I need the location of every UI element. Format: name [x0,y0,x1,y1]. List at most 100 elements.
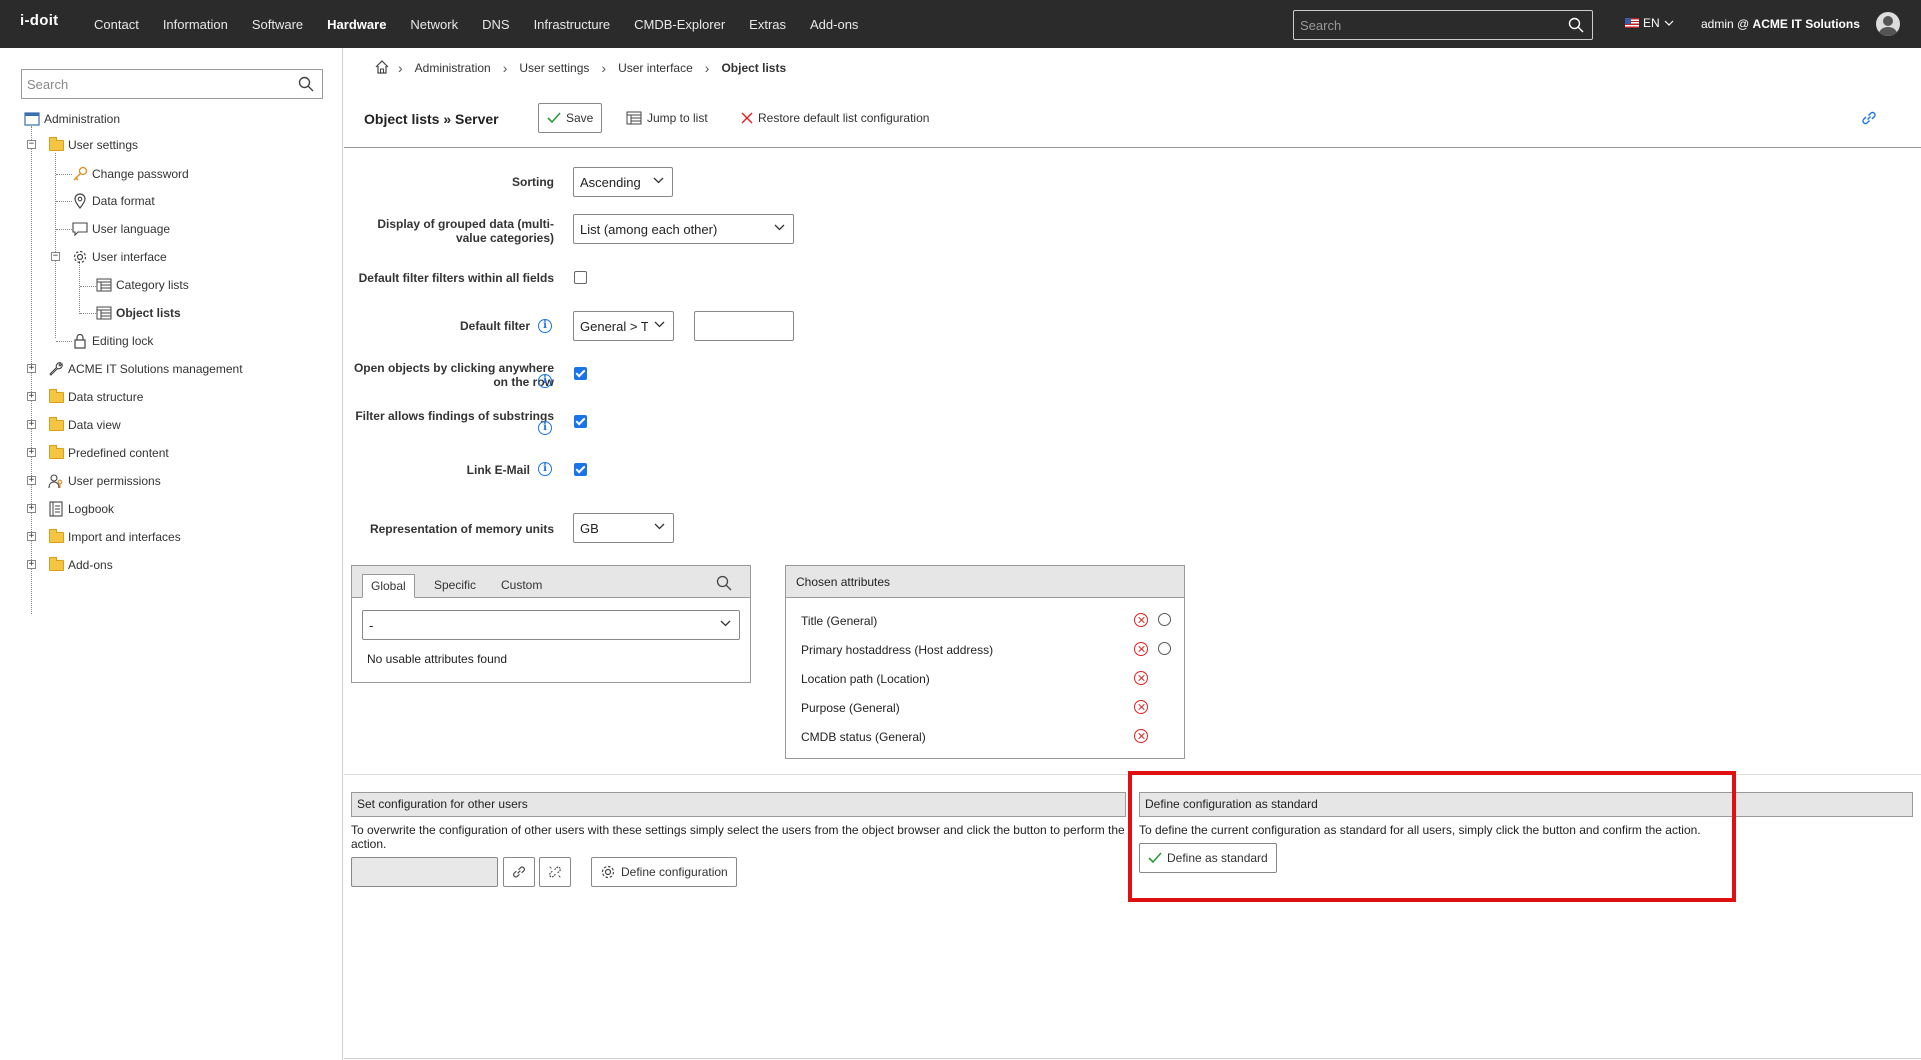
chevron-right-icon: › [704,60,710,76]
main-nav: Contact Information Software Hardware Ne… [82,0,870,48]
nav-extras[interactable]: Extras [749,17,786,32]
other-users-header: Set configuration for other users [351,792,1126,817]
tree-data-view[interactable]: Data view [48,416,121,434]
nav-infrastructure[interactable]: Infrastructure [534,17,611,32]
restore-default-label: Restore default list configuration [758,111,930,125]
remove-icon[interactable] [1134,729,1148,743]
restore-default-button[interactable]: Restore default list configuration [733,103,938,133]
tree-user-interface[interactable]: User interface [72,248,167,266]
sidebar-search [21,69,323,99]
info-icon[interactable]: i [538,462,552,476]
tab-custom[interactable]: Custom [493,574,550,598]
default-filter-all-checkbox[interactable] [574,271,587,284]
nav-cmdb-explorer[interactable]: CMDB-Explorer [634,17,725,32]
tree-administration[interactable]: Administration [24,110,120,128]
nav-contact[interactable]: Contact [94,17,139,32]
remove-icon[interactable] [1134,642,1148,656]
tree-addons[interactable]: Add-ons [48,556,113,574]
sidebar-search-input[interactable] [22,70,282,98]
chosen-attribute-hostaddress: Primary hostaddress (Host address) [801,643,994,657]
table-icon [96,277,112,293]
default-filter-input[interactable] [694,311,794,341]
remove-icon[interactable] [1134,613,1148,627]
memory-units-select[interactable]: GB [573,513,674,543]
default-filter-select[interactable]: General > T [573,311,674,341]
tree-acme-management[interactable]: ACME IT Solutions management [48,360,243,378]
breadcrumb: › Administration › User settings › User … [344,48,798,88]
tab-specific[interactable]: Specific [426,574,484,598]
remove-icon[interactable] [1134,671,1148,685]
tree-import-interfaces[interactable]: Import and interfaces [48,528,181,546]
chosen-attribute-title: Title (General) [801,614,878,628]
chevron-right-icon: › [398,60,403,76]
nav-information[interactable]: Information [163,17,228,32]
sort-radio[interactable] [1158,613,1171,626]
expand-icon[interactable]: + [27,560,36,569]
nav-network[interactable]: Network [410,17,458,32]
define-configuration-button[interactable]: Define configuration [591,857,737,887]
collapse-icon[interactable]: − [27,140,36,149]
tree-user-permissions[interactable]: User permissions [48,472,161,490]
info-icon[interactable]: i [538,421,552,435]
tree-editing-lock[interactable]: Editing lock [72,332,153,350]
other-users-description: To overwrite the configuration of other … [351,823,1125,851]
grouped-data-select[interactable]: List (among each other) [573,214,794,244]
idoit-logo[interactable]: i-doit [20,12,58,36]
breadcrumb-administration[interactable]: Administration [415,61,491,75]
nav-software[interactable]: Software [252,17,303,32]
tree-logbook[interactable]: Logbook [48,500,114,518]
tree-data-format[interactable]: Data format [72,192,155,210]
search-icon[interactable] [716,575,732,594]
nav-addons[interactable]: Add-ons [810,17,858,32]
folder-icon [48,416,64,433]
tree-predefined-content[interactable]: Predefined content [48,444,169,462]
save-button[interactable]: Save [538,103,603,133]
jump-to-list-button[interactable]: Jump to list [618,103,716,133]
user-info[interactable]: admin @ ACME IT Solutions [1701,17,1860,31]
expand-icon[interactable]: + [27,532,36,541]
home-icon[interactable] [374,59,390,78]
attach-users-button[interactable] [503,857,535,887]
close-icon [741,112,753,124]
expand-icon[interactable]: + [27,448,36,457]
breadcrumb-user-interface[interactable]: User interface [618,61,693,75]
link-icon[interactable] [1860,109,1878,130]
collapse-icon[interactable]: − [51,252,60,261]
breadcrumb-user-settings[interactable]: User settings [519,61,589,75]
expand-icon[interactable]: + [27,364,36,373]
expand-icon[interactable]: + [27,392,36,401]
define-as-standard-button[interactable]: Define as standard [1139,843,1277,873]
search-icon[interactable] [298,76,314,95]
chosen-attributes-title: Chosen attributes [786,566,1184,598]
attribute-category-select[interactable]: - [362,610,740,640]
global-search-input[interactable] [1294,11,1554,39]
expand-icon[interactable]: + [27,476,36,485]
tree-change-password[interactable]: Change password [72,165,189,183]
tree-user-settings[interactable]: User settings [48,136,138,154]
open-objects-checkbox[interactable] [574,367,587,380]
remove-icon[interactable] [1134,700,1148,714]
tree-data-structure[interactable]: Data structure [48,388,143,406]
sorting-select[interactable]: Ascending [573,167,673,197]
sort-radio[interactable] [1158,642,1171,655]
search-icon[interactable] [1568,17,1584,36]
nav-dns[interactable]: DNS [482,17,509,32]
nav-hardware[interactable]: Hardware [327,17,386,32]
link-email-checkbox[interactable] [574,463,587,476]
info-icon[interactable]: i [538,374,552,388]
tree-category-lists[interactable]: Category lists [96,276,189,294]
detach-users-button[interactable] [539,857,571,887]
user-selection-field[interactable] [351,857,498,887]
tree-user-language[interactable]: User language [72,220,170,238]
language-selector[interactable]: EN [1625,16,1674,30]
expand-icon[interactable]: + [27,504,36,513]
avatar[interactable] [1876,12,1900,36]
tree-object-lists[interactable]: Object lists [96,304,181,322]
tab-global[interactable]: Global [362,574,415,598]
expand-icon[interactable]: + [27,420,36,429]
info-icon[interactable]: i [538,319,552,333]
substrings-checkbox[interactable] [574,415,587,428]
checkmark-icon [1148,852,1162,864]
folder-icon [48,528,64,545]
tenant-name: ACME IT Solutions [1752,17,1860,31]
